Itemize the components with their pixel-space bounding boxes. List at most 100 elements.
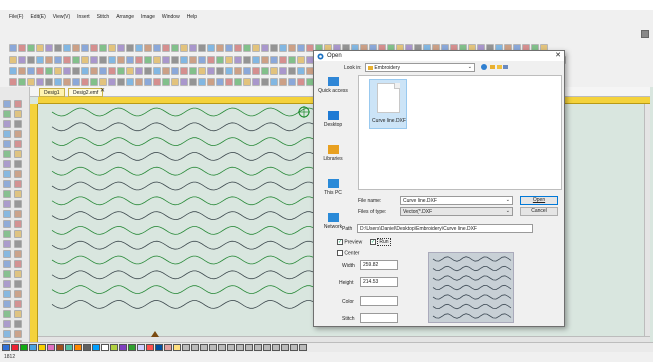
place-this-pc[interactable]: This PC xyxy=(315,179,351,196)
toolbar-tool-icon[interactable] xyxy=(180,55,188,64)
run-check-box[interactable]: ✓ xyxy=(370,239,376,245)
toolbar-tool-icon[interactable] xyxy=(63,43,71,52)
palette-swatch[interactable] xyxy=(83,344,91,351)
file-name-input[interactable]: Curve line.DXF ⌄ xyxy=(400,196,513,205)
toolbar-tool-icon[interactable] xyxy=(297,55,305,64)
menu-window[interactable]: Window xyxy=(162,14,180,20)
palette-swatch[interactable] xyxy=(11,344,19,351)
toolbar-tool-icon[interactable] xyxy=(54,55,62,64)
toolbar-tool-icon[interactable] xyxy=(144,43,152,52)
toolbar-tool-icon[interactable] xyxy=(243,66,251,75)
toolbar-tool-icon[interactable] xyxy=(270,43,278,52)
palette-tool-icon[interactable] xyxy=(245,344,253,351)
tool-icon[interactable] xyxy=(3,330,11,338)
toolbar-tool-icon[interactable] xyxy=(135,66,143,75)
toolbar-tool-icon[interactable] xyxy=(81,66,89,75)
toolbar-tool-icon[interactable] xyxy=(252,66,260,75)
tool-icon[interactable] xyxy=(3,320,11,328)
toolbar-tool-icon[interactable] xyxy=(288,55,296,64)
palette-swatch[interactable] xyxy=(2,344,10,351)
toolbar-tool-icon[interactable] xyxy=(261,43,269,52)
tool-icon[interactable] xyxy=(3,290,11,298)
tool-icon[interactable] xyxy=(3,180,11,188)
palette-swatch[interactable] xyxy=(56,344,64,351)
tool-icon[interactable] xyxy=(3,220,11,228)
tool-icon[interactable] xyxy=(3,150,11,158)
tool-icon[interactable] xyxy=(14,300,22,308)
palette-swatch[interactable] xyxy=(38,344,46,351)
toolbar-tool-icon[interactable] xyxy=(99,43,107,52)
toolbar-tool-icon[interactable] xyxy=(45,66,53,75)
tool-icon[interactable] xyxy=(14,250,22,258)
palette-swatch[interactable] xyxy=(164,344,172,351)
tool-icon[interactable] xyxy=(3,300,11,308)
toolbar-tool-icon[interactable] xyxy=(162,77,170,86)
toolbar-tool-icon[interactable] xyxy=(207,43,215,52)
toolbar-tool-icon[interactable] xyxy=(36,66,44,75)
toolbar-tool-icon[interactable] xyxy=(171,55,179,64)
toolbar-tool-icon[interactable] xyxy=(63,77,71,86)
tool-icon[interactable] xyxy=(14,180,22,188)
palette-tool-icon[interactable] xyxy=(299,344,307,351)
tool-icon[interactable] xyxy=(14,140,22,148)
palette-tool-icon[interactable] xyxy=(281,344,289,351)
tool-icon[interactable] xyxy=(3,250,11,258)
tab-desig1[interactable]: Desig1 xyxy=(39,88,65,97)
place-quick-access[interactable]: Quick access xyxy=(315,77,351,94)
palette-swatch[interactable] xyxy=(101,344,109,351)
toolbar-tool-icon[interactable] xyxy=(126,55,134,64)
toolbar-tool-icon[interactable] xyxy=(9,77,17,86)
toolbar-tool-icon[interactable] xyxy=(54,66,62,75)
toolbar-tool-icon[interactable] xyxy=(99,77,107,86)
toolbar-tool-icon[interactable] xyxy=(63,55,71,64)
palette-swatch[interactable] xyxy=(20,344,28,351)
toolbar-tool-icon[interactable] xyxy=(9,66,17,75)
toolbar-tool-icon[interactable] xyxy=(108,77,116,86)
toolbar-tool-icon[interactable] xyxy=(180,43,188,52)
toolbar-tool-icon[interactable] xyxy=(261,55,269,64)
width-field[interactable]: 259.82 xyxy=(360,260,398,270)
toolbar-tool-icon[interactable] xyxy=(108,66,116,75)
close-icon[interactable]: ✕ xyxy=(555,51,561,61)
tab-desig2[interactable]: Desig2.emf xyxy=(68,88,104,97)
palette-swatch[interactable] xyxy=(92,344,100,351)
toolbar-tool-icon[interactable] xyxy=(90,66,98,75)
toolbar-tool-icon[interactable] xyxy=(234,77,242,86)
close-tab-icon[interactable]: ✕ xyxy=(100,87,105,94)
menu-image[interactable]: Image xyxy=(141,14,155,20)
toolbar-tool-icon[interactable] xyxy=(261,66,269,75)
tool-icon[interactable] xyxy=(3,170,11,178)
toolbar-tool-icon[interactable] xyxy=(243,43,251,52)
menu-arrange[interactable]: Arrange xyxy=(116,14,134,20)
toolbar-tool-icon[interactable] xyxy=(99,66,107,75)
palette-swatch[interactable] xyxy=(74,344,82,351)
toolbar-tool-icon[interactable] xyxy=(189,43,197,52)
tool-icon[interactable] xyxy=(14,220,22,228)
toolbar-tool-icon[interactable] xyxy=(81,77,89,86)
toolbar-tool-icon[interactable] xyxy=(189,77,197,86)
toolbar-tool-icon[interactable] xyxy=(297,66,305,75)
toolbar-tool-icon[interactable] xyxy=(18,43,26,52)
palette-tool-icon[interactable] xyxy=(236,344,244,351)
toolbar-tool-icon[interactable] xyxy=(162,55,170,64)
tool-icon[interactable] xyxy=(14,260,22,268)
menu-help[interactable]: Help xyxy=(187,14,197,20)
toolbar-tool-icon[interactable] xyxy=(261,77,269,86)
toolbar-tool-icon[interactable] xyxy=(153,55,161,64)
toolbar-tool-icon[interactable] xyxy=(171,66,179,75)
toolbar-tool-icon[interactable] xyxy=(171,77,179,86)
toolbar-tool-icon[interactable] xyxy=(27,66,35,75)
menu-insert[interactable]: Insert xyxy=(77,14,90,20)
palette-tool-icon[interactable] xyxy=(191,344,199,351)
toolbar-tool-icon[interactable] xyxy=(117,77,125,86)
tool-icon[interactable] xyxy=(14,330,22,338)
toolbar-tool-icon[interactable] xyxy=(144,66,152,75)
palette-swatch[interactable] xyxy=(128,344,136,351)
toolbar-tool-icon[interactable] xyxy=(81,43,89,52)
toolbar-tool-icon[interactable] xyxy=(189,55,197,64)
toolbar-tool-icon[interactable] xyxy=(207,55,215,64)
open-button[interactable]: Open xyxy=(520,196,558,205)
toolbar-tool-icon[interactable] xyxy=(216,43,224,52)
toolbar-tool-icon[interactable] xyxy=(135,43,143,52)
toolbar-tool-icon[interactable] xyxy=(45,55,53,64)
